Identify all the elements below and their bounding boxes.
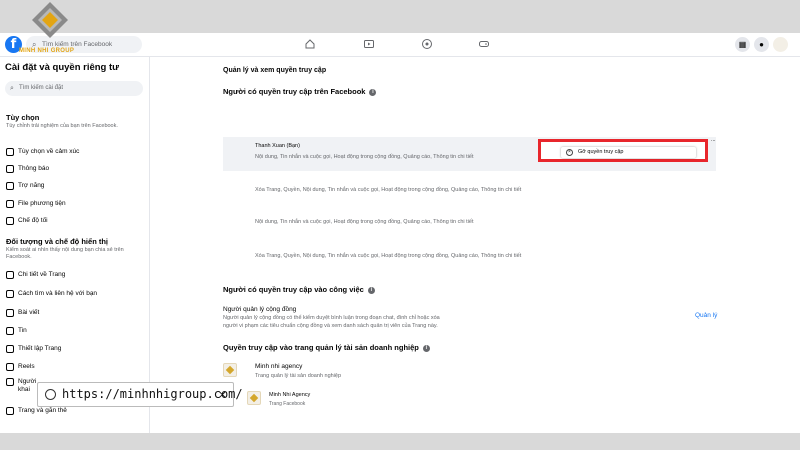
sidebar-item-followers-cont: khai [6,385,30,395]
page-title: Quản lý và xem quyền truy cập [223,67,327,74]
remove-access-button[interactable]: × Gỡ quyền truy cập [561,147,696,158]
info-icon[interactable]: i [367,286,375,294]
sidebar-item-dark-mode[interactable]: Chế độ tối [6,216,48,226]
search-icon: ⌕ [10,85,14,92]
sidebar-item-posts[interactable]: Bài viết [6,308,39,318]
section-heading-label: Quyền truy cập vào trang quản lý tài sản… [223,343,419,352]
brand-text: MINH NHI GROUP [19,48,75,54]
access-person-name: Thanh Xuan (Bạn) [255,143,300,149]
logo-diamond-icon [32,2,68,38]
sidebar-item-label: Trợ năng [18,182,45,189]
profile-icon[interactable] [773,37,788,52]
section-heading-business-access: Quyền truy cập vào trang quản lý tài sản… [223,343,430,352]
sidebar-item-label: Thông báo [18,165,50,172]
section-heading-facebook-access: Người có quyền truy cập trên Facebook i [223,87,377,96]
accessibility-icon [6,182,14,190]
page-type: Trang Facebook [269,401,306,407]
page-icon [6,345,14,353]
sidebar-item-label: Chế độ tối [18,217,48,224]
section-heading-label: Người có quyền truy cập trên Facebook [223,87,366,96]
sidebar-item-stories[interactable]: Tin [6,326,27,336]
section-heading-preferences: Tùy chọn [6,113,40,122]
remove-access-highlight: × Gỡ quyền truy cập [538,139,708,162]
sidebar-item-label: Trang và gắn thẻ [18,407,67,414]
bottom-border [0,433,800,450]
contact-icon [6,290,14,298]
sidebar-item-page-details[interactable]: Chi tiết về Trang [6,270,65,280]
reaction-icon [6,148,14,156]
main-content: Quản lý và xem quyền truy cập Người có q… [151,57,800,433]
settings-sidebar: Cài đặt và quyền riêng tư ⌕ Tìm kiếm cài… [0,57,150,433]
close-icon[interactable]: × [218,383,227,406]
access-permissions: Nội dung, Tin nhắn và cuộc gọi, Hoạt độn… [255,219,474,225]
sidebar-item-page-tagging[interactable]: Trang và gắn thẻ [6,406,67,416]
sidebar-item-accessibility[interactable]: Trợ năng [6,181,44,191]
agency-name: Minh nhi agency [255,363,303,370]
notifications-icon[interactable]: ● [754,37,769,52]
sidebar-item-label: Chi tiết về Trang [18,271,66,278]
sidebar-item-label: Tùy chọn về cảm xúc [18,148,80,155]
agency-desc: Trang quản lý tài sản doanh nghiệp [255,373,342,379]
globe-icon [45,389,56,400]
settings-search-input[interactable]: ⌕ Tìm kiếm cài đặt [5,81,143,96]
info-icon[interactable]: i [369,88,377,96]
facebook-window: f ⌕ Tìm kiếm trên Facebook ▦ ● Cài đặt v… [0,33,800,433]
sidebar-item-label: Tin [18,327,27,334]
role-desc-line1: Người quản lý cộng đồng có thể kiểm duyệ… [223,315,440,321]
sidebar-item-label: Cách tìm và liên hệ với bạn [18,290,98,297]
sidebar-title: Cài đặt và quyền riêng tư [5,62,120,73]
url-text: https://minhnhigroup.com/ [62,387,243,401]
section-heading-label: Người có quyền truy cập vào công việc [223,285,364,294]
section-desc-preferences: Tùy chỉnh trải nghiệm của bạn trên Faceb… [6,123,118,129]
section-heading-audience: Đối tượng và chế độ hiển thị [6,237,109,246]
sidebar-item-label: Bài viết [18,309,40,316]
sidebar-item-label-partial: khai [18,386,30,393]
sidebar-item-label: File phương tiện [18,200,66,207]
manage-link[interactable]: Quản lý [695,312,717,319]
sidebar-item-label: Người [18,378,37,385]
home-icon[interactable] [304,38,316,50]
reels-icon [6,363,14,371]
close-circle-icon: × [566,149,573,156]
access-permissions: Xóa Trang, Quyền, Nội dung, Tin nhắn và … [255,187,522,193]
story-icon [6,327,14,335]
marketplace-icon[interactable] [421,38,433,50]
url-overlay[interactable]: https://minhnhigroup.com/ × [37,382,243,407]
settings-search-placeholder: Tìm kiếm cài đặt [19,85,64,91]
info-icon [6,271,14,279]
moon-icon [6,217,14,225]
video-icon[interactable] [363,38,375,50]
sidebar-item-media[interactable]: File phương tiện [6,199,66,209]
access-permissions: Xóa Trang, Quyền, Nội dung, Tin nhắn và … [255,253,522,259]
access-permissions: Nội dung, Tin nhắn và cuộc gọi, Hoạt độn… [255,154,474,160]
top-navigation-bar: f ⌕ Tìm kiếm trên Facebook ▦ ● [0,33,800,57]
role-title: Người quản lý cộng đồng [223,306,297,313]
section-desc-audience: Kiểm soát ai nhìn thấy nội dung bạn chia… [6,247,124,260]
tag-icon [6,407,14,415]
sidebar-item-reels[interactable]: Reels [6,362,35,372]
bell-icon [6,165,14,173]
page-name: Minh Nhi Agency [269,392,311,398]
agency-logo [223,363,237,377]
info-icon[interactable]: i [422,344,430,352]
menu-grid-icon[interactable]: ▦ [735,37,750,52]
sidebar-item-label: Reels [18,363,35,370]
sidebar-item-find-contact[interactable]: Cách tìm và liên hệ với bạn [6,289,97,299]
section-heading-task-access: Người có quyền truy cập vào công việc i [223,285,375,294]
role-desc-line2: người vi phạm các tiêu chuẩn cộng đồng v… [223,323,438,329]
posts-icon [6,309,14,317]
remove-access-label: Gỡ quyền truy cập [578,149,624,155]
more-options-icon[interactable]: ... [711,137,716,143]
media-icon [6,200,14,208]
sidebar-item-label: Thiết lập Trang [18,345,62,352]
sidebar-item-page-setup[interactable]: Thiết lập Trang [6,344,61,354]
sidebar-item-reaction-preferences[interactable]: Tùy chọn về cảm xúc [6,147,79,157]
sidebar-item-notifications[interactable]: Thông báo [6,164,49,174]
gaming-icon[interactable] [478,38,490,50]
page-logo [247,391,261,405]
